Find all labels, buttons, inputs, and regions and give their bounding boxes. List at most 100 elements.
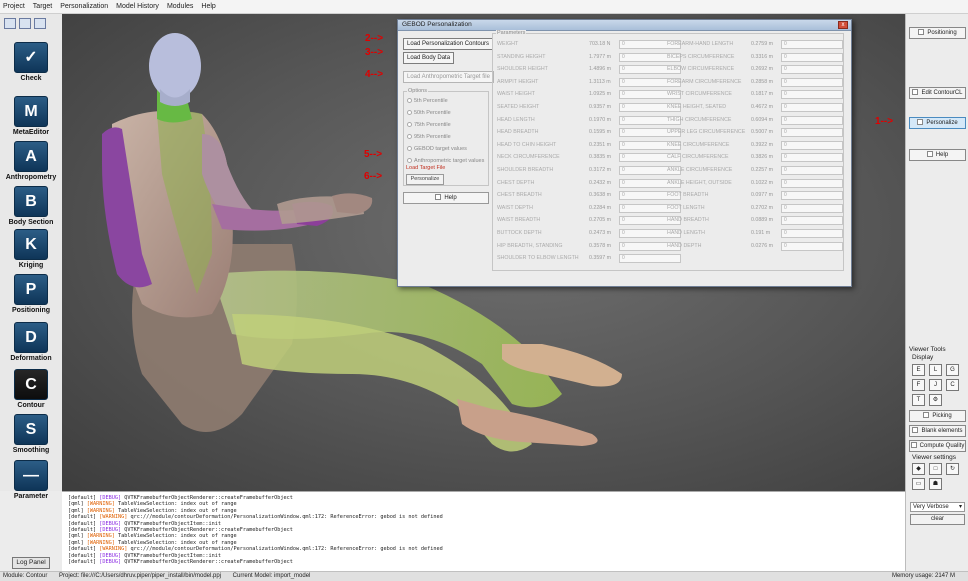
parameter-name: HAND DEPTH — [667, 242, 702, 249]
viewer-setting-3-icon[interactable]: ▭ — [912, 478, 925, 490]
display-tool-1-icon[interactable]: L — [929, 364, 942, 376]
viewer-setting-2-icon[interactable]: ↻ — [946, 463, 959, 475]
metaeditor-icon: M — [14, 96, 48, 127]
dialog-personalize-button[interactable]: Personalize — [406, 174, 444, 185]
edit-contour-button[interactable]: Edit ContourCL — [909, 87, 966, 99]
display-tool-3-icon[interactable]: F — [912, 379, 925, 391]
option-gebod-target-values[interactable]: GEBOD target values — [407, 146, 467, 152]
parameter-input[interactable]: 0 — [781, 178, 843, 188]
parameter-input[interactable]: 0 — [781, 166, 843, 175]
module-parameter[interactable]: — Parameter — [0, 460, 62, 500]
check-icon: ✓ — [14, 42, 48, 73]
verbosity-select[interactable]: Very Verbose ▾ — [910, 502, 965, 512]
display-tool-5-icon[interactable]: C — [946, 379, 959, 391]
positioning-button[interactable]: Positioning — [909, 27, 966, 39]
module-smoothing[interactable]: S Smoothing — [0, 414, 62, 454]
log-tag: [default] — [68, 559, 97, 566]
module-deformation[interactable]: D Deformation — [0, 322, 62, 362]
parameter-row: FOREARM-HAND LENGTH 0.2759 m 0 — [667, 40, 843, 49]
parameter-value: 1.0925 m — [589, 91, 612, 98]
parameter-row: ANKLE CIRCUMFERENCE 0.2257 m 0 — [667, 166, 843, 175]
viewer-setting-4-icon[interactable]: ☗ — [929, 478, 942, 490]
load-body-data-button[interactable]: Load Body Data — [403, 52, 455, 64]
display-tool-6-icon[interactable]: T — [912, 394, 925, 406]
module-check[interactable]: ✓ Check — [0, 42, 62, 82]
personalize-button[interactable]: Personalize — [909, 117, 966, 129]
module-positioning[interactable]: P Positioning — [0, 274, 62, 314]
parameter-input[interactable]: 0 — [781, 90, 843, 100]
menu-modules[interactable]: Modules — [167, 3, 193, 10]
display-tool-0-icon[interactable]: E — [912, 364, 925, 376]
viewer-tools-heading: Viewer Tools — [909, 346, 946, 353]
save-icon[interactable] — [19, 18, 31, 29]
menu-project[interactable]: Project — [3, 3, 25, 10]
module-contour[interactable]: C Contour — [0, 369, 62, 409]
menu-personalization[interactable]: Personalization — [60, 3, 108, 10]
parameter-input[interactable]: 0 — [781, 115, 843, 125]
log-output[interactable]: [default] [DEBUG] QVTKFramebufferObjectR… — [62, 491, 905, 571]
option-5th-percentile[interactable]: 5th Percentile — [407, 98, 448, 104]
wrench-icon[interactable] — [34, 18, 46, 29]
log-level: [DEBUG] — [99, 559, 122, 566]
parameter-value: 0.3638 m — [589, 192, 612, 199]
close-icon[interactable]: x — [838, 21, 848, 29]
module-body-section[interactable]: B Body Section — [0, 186, 62, 226]
parameter-input[interactable]: 0 — [781, 153, 843, 163]
option-label: 95th Percentile — [414, 134, 451, 140]
module-kriging[interactable]: K Kriging — [0, 229, 62, 269]
parameter-input[interactable]: 0 — [781, 191, 843, 201]
parameter-input[interactable]: 0 — [619, 254, 681, 264]
parameter-value: 0.0977 m — [751, 192, 774, 199]
parameter-row: SHOULDER TO ELBOW LENGTH 0.3597 m 0 — [497, 254, 681, 264]
parameter-row: ANKLE HEIGHT, OUTSIDE 0.1022 m 0 — [667, 178, 843, 188]
viewer-setting-1-icon[interactable]: □ — [929, 463, 942, 475]
module-anthropometry[interactable]: A Anthropometry — [0, 141, 62, 181]
parameter-input[interactable]: 0 — [781, 128, 843, 138]
radio-icon — [407, 98, 412, 104]
log-tag: [qml] — [68, 539, 84, 546]
options-group: Options 5th Percentile 50th Percentile 75t… — [403, 88, 489, 186]
option-50th-percentile[interactable]: 50th Percentile — [407, 110, 451, 116]
parameter-input[interactable]: 0 — [781, 241, 843, 251]
parameter-input[interactable]: 0 — [781, 216, 843, 226]
parameter-input[interactable]: 0 — [781, 103, 843, 112]
compute-quality-button[interactable]: Compute Quality — [909, 440, 966, 452]
display-tool-2-icon[interactable]: G — [946, 364, 959, 376]
open-folder-icon[interactable] — [4, 18, 16, 29]
help-button[interactable]: Help — [909, 149, 966, 161]
option-anthropometric-target-values[interactable]: Anthropometric target values — [407, 158, 484, 164]
module-metaeditor[interactable]: M MetaEditor — [0, 96, 62, 136]
display-tool-7-icon[interactable]: ⚙ — [929, 394, 942, 406]
parameter-value: 1.7977 m — [589, 53, 612, 60]
display-tool-4-icon[interactable]: J — [929, 379, 942, 391]
blank-elements-button[interactable]: Blank elements — [909, 425, 966, 437]
parameter-row: UPPER LEG CIRCUMFERENCE 0.5007 m 0 — [667, 128, 843, 138]
menu-target[interactable]: Target — [33, 3, 52, 10]
parameter-input[interactable]: 0 — [781, 140, 843, 150]
menu-model-history[interactable]: Model History — [116, 3, 159, 10]
option-95th-percentile[interactable]: 95th Percentile — [407, 134, 451, 140]
parameter-value: 0.3835 m — [589, 154, 612, 161]
dialog-help-button[interactable]: Help — [403, 192, 489, 204]
load-anthropometric-target-button[interactable]: Load Anthropometric Target file — [403, 71, 494, 83]
parameter-input[interactable]: 0 — [781, 52, 843, 62]
load-personalization-contours-button[interactable]: Load Personalization Contours — [403, 38, 494, 50]
picking-button[interactable]: Picking — [909, 410, 966, 422]
log-panel-button[interactable]: Log Panel — [12, 557, 50, 569]
option-75th-percentile[interactable]: 75th Percentile — [407, 122, 451, 128]
parameter-name: NECK CIRCUMFERENCE — [497, 154, 560, 161]
parameter-row: BUTTOCK DEPTH 0.2473 m0 — [497, 229, 681, 238]
log-text: TableViewSelection: index out of range — [117, 539, 237, 546]
module-label: Body Section — [8, 219, 54, 226]
menu-help[interactable]: Help — [201, 3, 215, 10]
status-module: Module: Contour — [3, 573, 48, 579]
clear-log-button[interactable]: clear — [910, 514, 965, 525]
viewer-setting-0-icon[interactable]: ◆ — [912, 463, 925, 475]
parameter-input[interactable]: 0 — [781, 40, 843, 49]
parameter-name: CHEST DEPTH — [497, 179, 535, 186]
parameter-input[interactable]: 0 — [781, 229, 843, 238]
log-tag: [default] — [68, 546, 97, 553]
parameter-input[interactable]: 0 — [781, 203, 843, 213]
parameter-input[interactable]: 0 — [781, 65, 843, 75]
parameter-input[interactable]: 0 — [781, 77, 843, 87]
